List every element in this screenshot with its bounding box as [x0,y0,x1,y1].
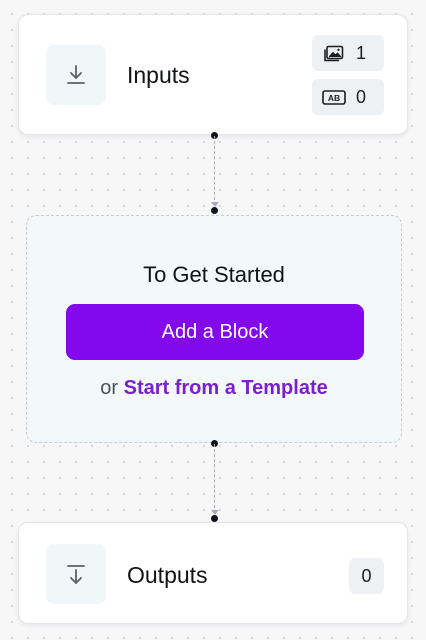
svg-text:AB: AB [328,93,340,103]
outputs-node[interactable]: Outputs 0 [18,522,408,624]
outputs-input-handle[interactable] [211,515,218,522]
get-started-card: To Get Started Add a Block or Start from… [26,215,402,443]
output-arrow-icon [46,544,106,604]
text-count-badge[interactable]: AB 0 [312,79,384,115]
download-arrow-icon [46,45,106,105]
get-started-heading: To Get Started [143,262,285,287]
start-from-template-link[interactable]: Start from a Template [124,377,328,399]
inputs-node[interactable]: Inputs 1 AB 0 [18,14,408,135]
text-ab-icon: AB [322,87,346,107]
inputs-title: Inputs [127,62,190,88]
card-input-handle[interactable] [211,207,218,214]
or-text: or [100,377,119,399]
image-icon [322,43,346,63]
image-count: 1 [356,43,367,63]
template-prompt: or Start from a Template [27,377,401,400]
text-count: 0 [356,87,367,107]
add-block-button[interactable]: Add a Block [66,304,364,360]
outputs-count: 0 [361,566,372,586]
image-count-badge[interactable]: 1 [312,35,384,71]
outputs-title: Outputs [127,562,208,588]
connector-edge [214,136,215,210]
outputs-count-badge[interactable]: 0 [349,558,384,594]
connector-edge [214,444,215,518]
